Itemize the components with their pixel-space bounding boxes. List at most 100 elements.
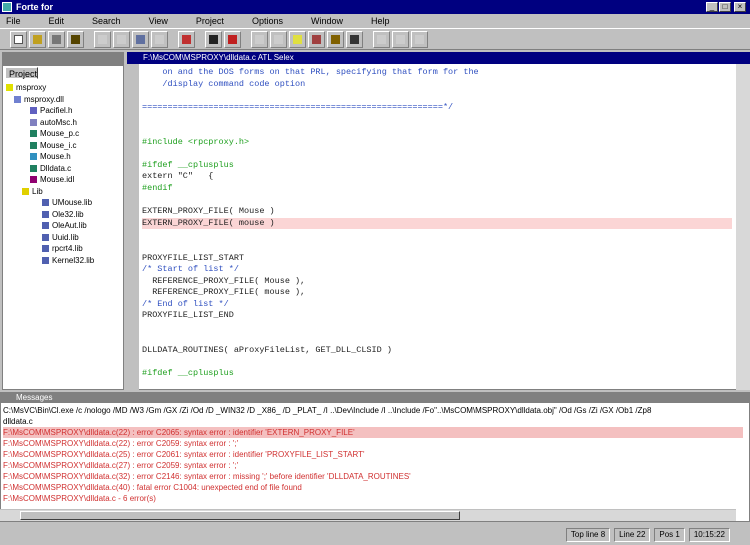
find-button[interactable] xyxy=(205,30,222,48)
tree-lib[interactable]: rpcrt4.lib xyxy=(6,243,122,255)
code-line: #endif xyxy=(142,182,173,193)
tree-label: autoMsc.h xyxy=(40,117,77,127)
code-line: DLLDATA_ROUTINES( aProxyFileList, GET_DL… xyxy=(142,345,392,356)
tree-lib[interactable]: UMouse.lib xyxy=(6,197,122,209)
code-text[interactable]: on and the DOS forms on that PRL, specif… xyxy=(142,67,732,380)
undo-button[interactable] xyxy=(151,30,168,48)
tree-label: Lib xyxy=(32,186,43,196)
editor-vertical-scrollbar[interactable] xyxy=(736,64,750,390)
status-time: 10:15:22 xyxy=(688,527,730,542)
message-line[interactable]: F:\MsCOM\MSPROXY\dlldata.c(25) : error C… xyxy=(3,449,743,460)
file-icon xyxy=(30,130,37,138)
app-icon xyxy=(2,2,12,12)
tree-file[interactable]: autoMsc.h xyxy=(6,117,122,129)
new-file-button[interactable] xyxy=(10,30,27,48)
menu-window[interactable]: Window xyxy=(309,14,355,27)
message-line[interactable]: F:\MsCOM\MSPROXY\dlldata.c(27) : error C… xyxy=(3,460,743,471)
message-line[interactable]: F:\MsCOM\MSPROXY\dlldata.c(22) : error C… xyxy=(3,438,743,449)
find-next-button[interactable] xyxy=(224,30,241,48)
compile-button[interactable] xyxy=(308,30,325,48)
open-folder-icon xyxy=(33,34,42,44)
menu-help[interactable]: Help xyxy=(369,14,402,27)
paste-button[interactable] xyxy=(132,30,149,48)
maximize-button[interactable]: □ xyxy=(719,2,731,12)
menu-view[interactable]: View xyxy=(147,14,180,27)
library-icon xyxy=(42,233,49,241)
tool-button-2[interactable] xyxy=(270,30,287,48)
run-icon xyxy=(350,34,359,44)
open-button[interactable] xyxy=(29,30,46,48)
tool-button-1[interactable] xyxy=(251,30,268,48)
save-all-icon xyxy=(71,34,80,44)
save-icon xyxy=(52,34,61,44)
message-line[interactable]: F:\MsCOM\MSPROXY\dlldata.c(32) : error C… xyxy=(3,471,743,482)
menu-options[interactable]: Options xyxy=(250,14,295,27)
build-button[interactable] xyxy=(327,30,344,48)
minimize-button[interactable]: _ xyxy=(706,2,718,12)
tree-label: Mouse.h xyxy=(40,152,71,162)
message-line[interactable]: dlldata.c xyxy=(3,416,743,427)
tree-file[interactable]: Mouse.idl xyxy=(6,174,122,186)
status-bar: Top line 8 Line 22 Pos 1 10:15:22 xyxy=(0,524,750,545)
toolbar xyxy=(0,28,750,50)
paste-icon xyxy=(136,34,145,44)
tree-label: rpcrt4.lib xyxy=(52,244,83,254)
tree-label: Dlldata.c xyxy=(40,163,72,173)
message-line[interactable]: C:\MsVC\Bin\Cl.exe /c /nologo /MD /W3 /G… xyxy=(3,405,743,416)
tree-project[interactable]: msproxy.dll xyxy=(6,94,122,106)
save-button[interactable] xyxy=(48,30,65,48)
tree-lib[interactable]: Uuid.lib xyxy=(6,232,122,244)
menu-bar: File Edit Search View Project Options Wi… xyxy=(0,14,750,27)
file-icon xyxy=(30,153,37,161)
editor-gutter xyxy=(127,64,139,390)
tool-button-4[interactable] xyxy=(392,30,409,48)
tree-lib[interactable]: Ole32.lib xyxy=(6,209,122,221)
menu-search[interactable]: Search xyxy=(90,14,133,27)
library-icon xyxy=(42,210,49,218)
tree-root[interactable]: msproxy xyxy=(6,82,122,94)
window-title: Forte for xyxy=(16,2,53,12)
cut-button[interactable] xyxy=(94,30,111,48)
code-line: /* End of list */ xyxy=(142,298,229,309)
tree-lib[interactable]: Kernel32.lib xyxy=(6,255,122,267)
tree-file[interactable]: Mouse.h xyxy=(6,151,122,163)
menu-file[interactable]: File xyxy=(4,14,33,27)
run-button[interactable] xyxy=(346,30,363,48)
stop-button[interactable] xyxy=(178,30,195,48)
copy-button[interactable] xyxy=(113,30,130,48)
tree-file[interactable]: Dlldata.c xyxy=(6,163,122,175)
tree-folder-lib[interactable]: Lib xyxy=(6,186,122,198)
save-all-button[interactable] xyxy=(67,30,84,48)
tree-label: OleAut.lib xyxy=(52,221,87,231)
bookmark-button[interactable] xyxy=(289,30,306,48)
code-line: PROXYFILE_LIST_START xyxy=(142,252,245,263)
editor-title: F:\MsCOM\MSPROXY\dlldata.c ATL Selex xyxy=(127,52,750,64)
scrollbar-thumb[interactable] xyxy=(20,511,460,520)
tree-file[interactable]: Mouse_p.c xyxy=(6,128,122,140)
folder-icon xyxy=(22,187,29,195)
close-button[interactable]: × xyxy=(734,2,746,12)
file-icon xyxy=(30,107,37,115)
code-line: PROXYFILE_LIST_END xyxy=(142,310,234,321)
tree-label: Ole32.lib xyxy=(52,209,84,219)
tree-lib[interactable]: OleAut.lib xyxy=(6,220,122,232)
tab-project[interactable]: Project xyxy=(5,67,38,79)
menu-edit[interactable]: Edit xyxy=(47,14,77,27)
menu-project[interactable]: Project xyxy=(194,14,236,27)
code-line: #ifdef __cplusplus xyxy=(142,159,234,170)
message-line[interactable]: F:\MsCOM\MSPROXY\dlldata.c(40) : fatal e… xyxy=(3,482,743,493)
tree-file[interactable]: Mouse_i.c xyxy=(6,140,122,152)
code-line: extern "C" { xyxy=(142,171,214,182)
message-line[interactable]: F:\MsCOM\MSPROXY\dlldata.c(22) : error C… xyxy=(3,427,743,438)
copy-icon xyxy=(117,34,126,44)
tool-button-5[interactable] xyxy=(411,30,428,48)
tree-file[interactable]: Pacifiel.h xyxy=(6,105,122,117)
message-line[interactable]: F:\MsCOM\MSPROXY\dlldata.c - 6 error(s) xyxy=(3,493,743,504)
tree-label: Mouse.idl xyxy=(40,175,75,185)
tool-button-3[interactable] xyxy=(373,30,390,48)
